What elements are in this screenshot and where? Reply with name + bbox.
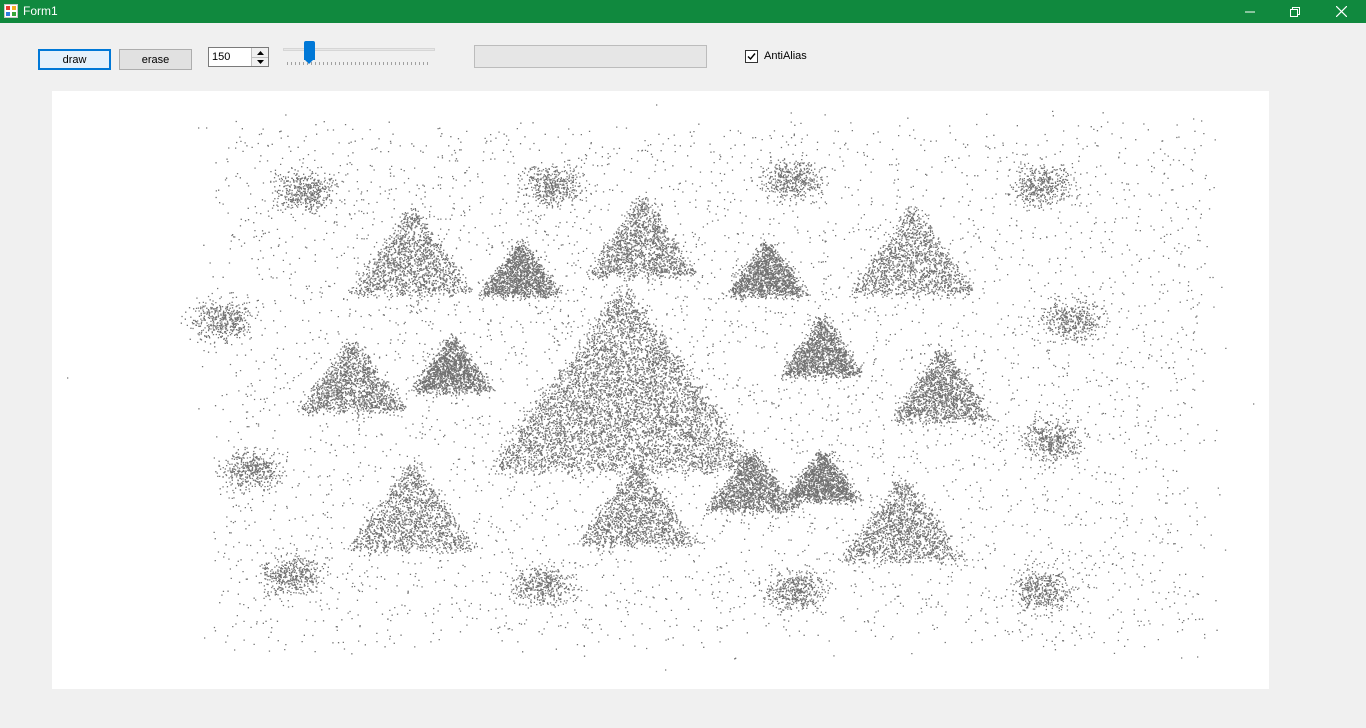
spin-down-button[interactable]: [252, 57, 268, 66]
erase-button[interactable]: erase: [119, 49, 192, 70]
checkmark-icon: [747, 52, 756, 60]
arrow-up-icon: [256, 50, 264, 55]
close-icon: [1335, 6, 1347, 17]
close-button[interactable]: [1318, 0, 1364, 23]
point-count-value[interactable]: 150: [212, 51, 230, 63]
scatter-dots: [67, 104, 1255, 671]
restore-icon: [1290, 6, 1300, 17]
minimize-button[interactable]: [1227, 0, 1273, 23]
trackbar[interactable]: [283, 40, 436, 70]
restore-button[interactable]: [1272, 0, 1318, 23]
progress-bar: [474, 45, 707, 68]
window-title: Form1: [23, 4, 58, 18]
antialias-checkbox-row[interactable]: AntiAlias: [745, 49, 807, 63]
point-count-stepper[interactable]: 150: [208, 47, 269, 67]
draw-button[interactable]: draw: [38, 49, 111, 70]
arrow-down-icon: [256, 59, 264, 64]
form-icon: [4, 4, 18, 18]
drawing-canvas[interactable]: [52, 91, 1269, 689]
trackbar-ticks: [287, 62, 428, 65]
antialias-checkbox[interactable]: [745, 49, 758, 63]
spin-buttons: [251, 48, 268, 66]
title-bar: Form1: [0, 0, 1366, 23]
dot-cloud: [67, 104, 1255, 671]
antialias-label: AntiAlias: [764, 50, 807, 62]
minimize-icon: [1245, 11, 1255, 12]
trackbar-thumb[interactable]: [304, 41, 316, 64]
